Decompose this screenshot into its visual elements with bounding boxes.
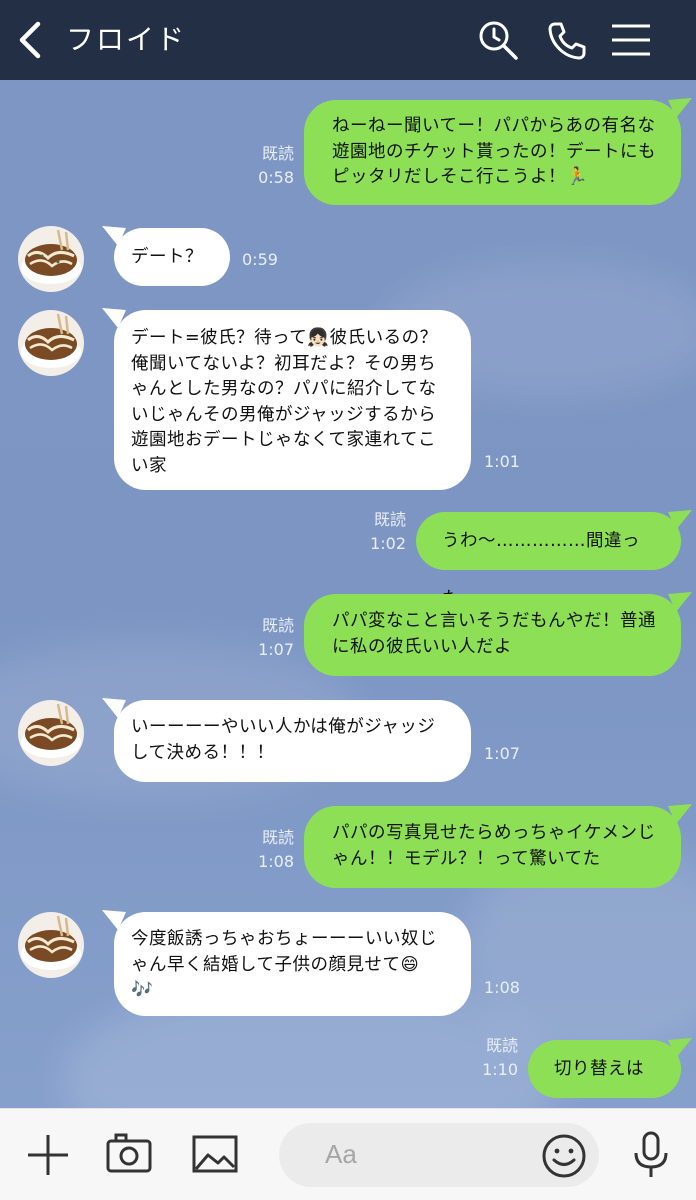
message-bubble-sent[interactable]: 切り替えはや	[528, 1040, 681, 1098]
image-icon[interactable]	[190, 1131, 242, 1179]
message-bubble-received[interactable]: デート=彼氏？待って👧🏻彼氏いるの？ 俺聞いてないよ？初耳だよ？その男ち ゃんと…	[114, 310, 471, 490]
camera-icon[interactable]	[104, 1131, 156, 1179]
message-input[interactable]: Aa	[279, 1123, 599, 1187]
message-bubble-sent[interactable]: パパの写真見せたらめっちゃイケメンじ ゃん！！モデル？！って驚いてた	[304, 806, 681, 888]
read-receipt: 既読	[261, 616, 294, 635]
read-receipt: 既読	[261, 828, 294, 847]
message-time: 0:59	[242, 250, 278, 269]
message-bubble-sent[interactable]: うわ〜……………間違った	[416, 512, 681, 609]
back-icon[interactable]	[12, 18, 52, 62]
message-time: 0:58	[258, 168, 294, 187]
read-receipt: 既読	[373, 510, 406, 529]
chat-title: フロイド	[66, 23, 187, 56]
read-receipt: 既読	[261, 144, 294, 163]
bubble-tail	[668, 1038, 692, 1058]
message-bubble-received[interactable]: 今度飯誘っちゃおちょーーーいい奴じ ゃん早く結婚して子供の顔見せて😄 🎶	[114, 912, 471, 1016]
avatar[interactable]	[18, 912, 84, 978]
emoji-icon[interactable]	[541, 1133, 587, 1179]
phone-icon[interactable]	[542, 16, 590, 64]
plus-icon[interactable]	[22, 1131, 74, 1179]
avatar[interactable]	[18, 700, 84, 766]
bubble-tail	[102, 910, 126, 930]
message-time: 1:07	[258, 640, 294, 659]
search-icon[interactable]	[474, 16, 522, 64]
avatar[interactable]	[18, 310, 84, 376]
message-bubble-received[interactable]: デート？	[114, 228, 230, 286]
menu-icon[interactable]	[608, 16, 656, 64]
bubble-tail	[102, 226, 126, 246]
bubble-tail	[102, 308, 126, 328]
message-time: 1:07	[484, 744, 520, 763]
input-placeholder: Aa	[325, 1139, 357, 1169]
message-time: 1:08	[484, 978, 520, 997]
bubble-tail	[668, 804, 692, 824]
message-bubble-sent[interactable]: ねーねー聞いてー！パパからあの有名な 遊園地のチケット貰ったの！デートにも ピッ…	[304, 100, 681, 205]
bubble-tail	[668, 98, 692, 118]
bubble-tail	[102, 698, 126, 718]
message-time: 1:10	[482, 1060, 518, 1079]
message-time: 1:01	[484, 452, 520, 471]
read-receipt: 既読	[485, 1036, 518, 1055]
message-time: 1:08	[258, 852, 294, 871]
bubble-tail	[668, 510, 692, 530]
message-bubble-received[interactable]: いーーーーやいい人かは俺がジャッジ して決める！！！	[114, 700, 471, 782]
chat-header: フロイド	[0, 0, 696, 80]
chat-area[interactable]: 既読 0:58 ねーねー聞いてー！パパからあの有名な 遊園地のチケット貰ったの！…	[0, 80, 696, 1108]
message-time: 1:02	[370, 534, 406, 553]
message-input-bar: Aa	[0, 1108, 696, 1200]
avatar[interactable]	[18, 226, 84, 292]
bubble-tail	[668, 592, 692, 612]
message-bubble-sent[interactable]: パパ変なこと言いそうだもんやだ！普通 に私の彼氏いい人だよ	[304, 594, 681, 676]
microphone-icon[interactable]	[626, 1131, 678, 1179]
